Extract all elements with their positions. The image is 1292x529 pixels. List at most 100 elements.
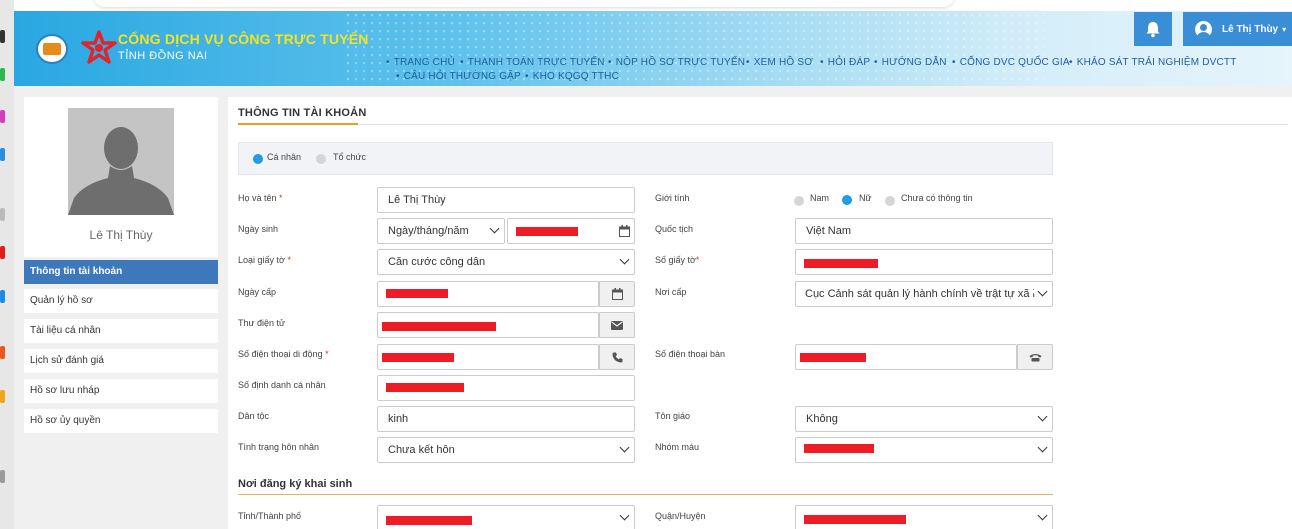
- label-email: Thư điện tử: [238, 318, 286, 328]
- label-landline: Số điện thoại bàn: [655, 349, 726, 359]
- dock-app-icon[interactable]: [0, 30, 5, 43]
- dock-app-icon[interactable]: [0, 148, 5, 161]
- redaction: [800, 353, 866, 362]
- nav-hoi-dap[interactable]: HỎI ĐÁP: [820, 57, 870, 68]
- redaction: [382, 322, 496, 331]
- dock-app-icon[interactable]: [0, 346, 5, 359]
- radio-nam[interactable]: [794, 196, 804, 206]
- user-menu-button[interactable]: Lê Thị Thùy ▾: [1183, 12, 1292, 46]
- notification-button[interactable]: [1134, 12, 1172, 46]
- landline-addon: [1017, 344, 1053, 370]
- calendar-icon: [611, 288, 623, 300]
- brand-subtitle[interactable]: TỈNH ĐỒNG NAI: [118, 50, 208, 62]
- issue-place-select[interactable]: Cục Cảnh sát quản lý hành chính về trật …: [795, 281, 1053, 307]
- issue-date-input[interactable]: [377, 281, 599, 307]
- nav-huong-dan[interactable]: HƯỚNG DẪN: [874, 57, 947, 68]
- label-dob: Ngày sinh: [238, 224, 279, 234]
- redaction: [804, 515, 906, 524]
- nav-xem-ho-so[interactable]: XEM HỒ SƠ: [746, 57, 813, 68]
- label-ethnicity: Dân tộc: [238, 411, 270, 421]
- nav-nop-ho-so[interactable]: NỘP HỒ SƠ TRỰC TUYẾN: [608, 57, 745, 68]
- site-header: CỔNG DỊCH VỤ CÔNG TRỰC TUYẾN TỈNH ĐỒNG N…: [14, 11, 1292, 86]
- sidebar-item-lich-su[interactable]: Lịch sử đánh giá: [24, 349, 218, 373]
- sidebar-item-thong-tin[interactable]: Thông tin tài khoản: [24, 260, 218, 284]
- label-nationality: Quốc tịch: [655, 224, 694, 234]
- chevron-down-icon: [1037, 442, 1048, 453]
- id-type-select[interactable]: Căn cước công dân: [377, 249, 635, 275]
- radio-label-ca-nhan[interactable]: Cá nhân: [267, 152, 301, 162]
- chevron-down-icon: [619, 510, 630, 521]
- ethnicity-input[interactable]: kinh: [377, 406, 635, 432]
- province-logo[interactable]: [36, 34, 68, 64]
- personal-id-input[interactable]: [377, 375, 635, 401]
- blood-select[interactable]: [795, 437, 1053, 463]
- label-gender: Giới tính: [655, 193, 690, 203]
- email-input[interactable]: [377, 312, 599, 338]
- radio-nu[interactable]: [842, 195, 852, 205]
- page-title[interactable]: THÔNG TIN TÀI KHOẢN: [238, 107, 366, 119]
- label-issue-place: Nơi cấp: [655, 287, 687, 297]
- user-name: Lê Thị Thùy: [1222, 23, 1279, 35]
- address-bar[interactable]: [94, 0, 954, 7]
- dock-app-icon[interactable]: [0, 68, 5, 81]
- redaction: [516, 227, 578, 236]
- dob-format-select[interactable]: Ngày/tháng/năm: [377, 218, 505, 244]
- nav-cong-dvc[interactable]: CỔNG DVC QUỐC GIA: [952, 57, 1070, 68]
- star-logo[interactable]: [80, 29, 118, 67]
- dock-app-icon[interactable]: [0, 110, 5, 123]
- redaction: [382, 353, 454, 362]
- id-number-input[interactable]: [795, 249, 1053, 275]
- sidebar-item-tai-lieu[interactable]: Tài liệu cá nhân: [24, 319, 218, 343]
- brand-title[interactable]: CỔNG DỊCH VỤ CÔNG TRỰC TUYẾN: [118, 31, 369, 47]
- profile-name: Lê Thị Thùy: [89, 228, 153, 242]
- calendar-icon[interactable]: [619, 225, 630, 237]
- chevron-down-icon: [619, 442, 630, 453]
- full-name-input[interactable]: Lê Thị Thùy: [377, 187, 635, 213]
- radio-label-nu[interactable]: Nữ: [859, 193, 872, 203]
- redaction: [386, 289, 448, 298]
- radio-label-chua-co[interactable]: Chưa có thông tin: [901, 193, 973, 203]
- radio-to-chuc[interactable]: [316, 154, 326, 164]
- landline-input[interactable]: [795, 344, 1017, 370]
- label-personal-id: Số định danh cá nhân: [238, 380, 326, 390]
- dock-app-icon[interactable]: [0, 470, 5, 483]
- dock-app-icon[interactable]: [0, 290, 5, 303]
- nationality-input[interactable]: Việt Nam: [795, 218, 1053, 244]
- mobile-input[interactable]: [377, 344, 599, 370]
- dock-app-icon[interactable]: [0, 246, 5, 259]
- sidebar-item-uy-quyen[interactable]: Hồ sơ ủy quyền: [24, 409, 218, 433]
- dock-app-icon[interactable]: [0, 208, 5, 221]
- account-type-selector: Cá nhân Tổ chức: [238, 142, 1053, 175]
- nav-thanh-toan[interactable]: THANH TOÁN TRỰC TUYẾN: [460, 57, 605, 68]
- radio-chua-co[interactable]: [885, 196, 895, 206]
- redaction: [804, 259, 878, 268]
- province-select[interactable]: [377, 505, 635, 529]
- birth-section-title: Nơi đăng ký khai sinh: [238, 478, 353, 490]
- dob-input[interactable]: [507, 218, 635, 244]
- email-addon: [599, 312, 635, 338]
- issue-date-calendar-button[interactable]: [599, 281, 635, 307]
- sidebar-item-luu-nhap[interactable]: Hồ sơ lưu nháp: [24, 379, 218, 403]
- district-select[interactable]: [795, 505, 1053, 529]
- radio-ca-nhan[interactable]: [253, 154, 263, 164]
- nav-kho-kqgq[interactable]: KHO KQGQ TTHC: [525, 71, 619, 82]
- nav-cau-hoi[interactable]: CÂU HỎI THƯỜNG GẶP: [396, 71, 521, 82]
- radio-label-nam[interactable]: Nam: [810, 193, 829, 203]
- sidebar-item-quan-ly[interactable]: Quản lý hồ sơ: [24, 289, 218, 313]
- nav-trang-chu[interactable]: TRANG CHỦ: [386, 57, 455, 68]
- dock-app-icon[interactable]: [0, 390, 5, 403]
- chevron-down-icon: [1037, 510, 1048, 521]
- label-province: Tỉnh/Thành phố: [238, 511, 302, 521]
- label-religion: Tôn giáo: [655, 411, 691, 421]
- envelope-icon: [611, 320, 623, 330]
- nav-khao-sat[interactable]: KHẢO SÁT TRẢI NGHIỆM DVCTT: [1069, 57, 1237, 68]
- label-full-name: Họ và tên *: [238, 193, 283, 203]
- bell-icon: [1146, 21, 1160, 37]
- chevron-down-icon: [1037, 411, 1048, 422]
- label-marital: Tình trạng hôn nhân: [238, 442, 320, 452]
- marital-select[interactable]: Chưa kết hôn: [377, 437, 635, 463]
- radio-label-to-chuc[interactable]: Tổ chức: [333, 152, 366, 162]
- telephone-icon: [1029, 353, 1041, 361]
- religion-select[interactable]: Không: [795, 406, 1053, 432]
- mobile-addon: [599, 344, 635, 370]
